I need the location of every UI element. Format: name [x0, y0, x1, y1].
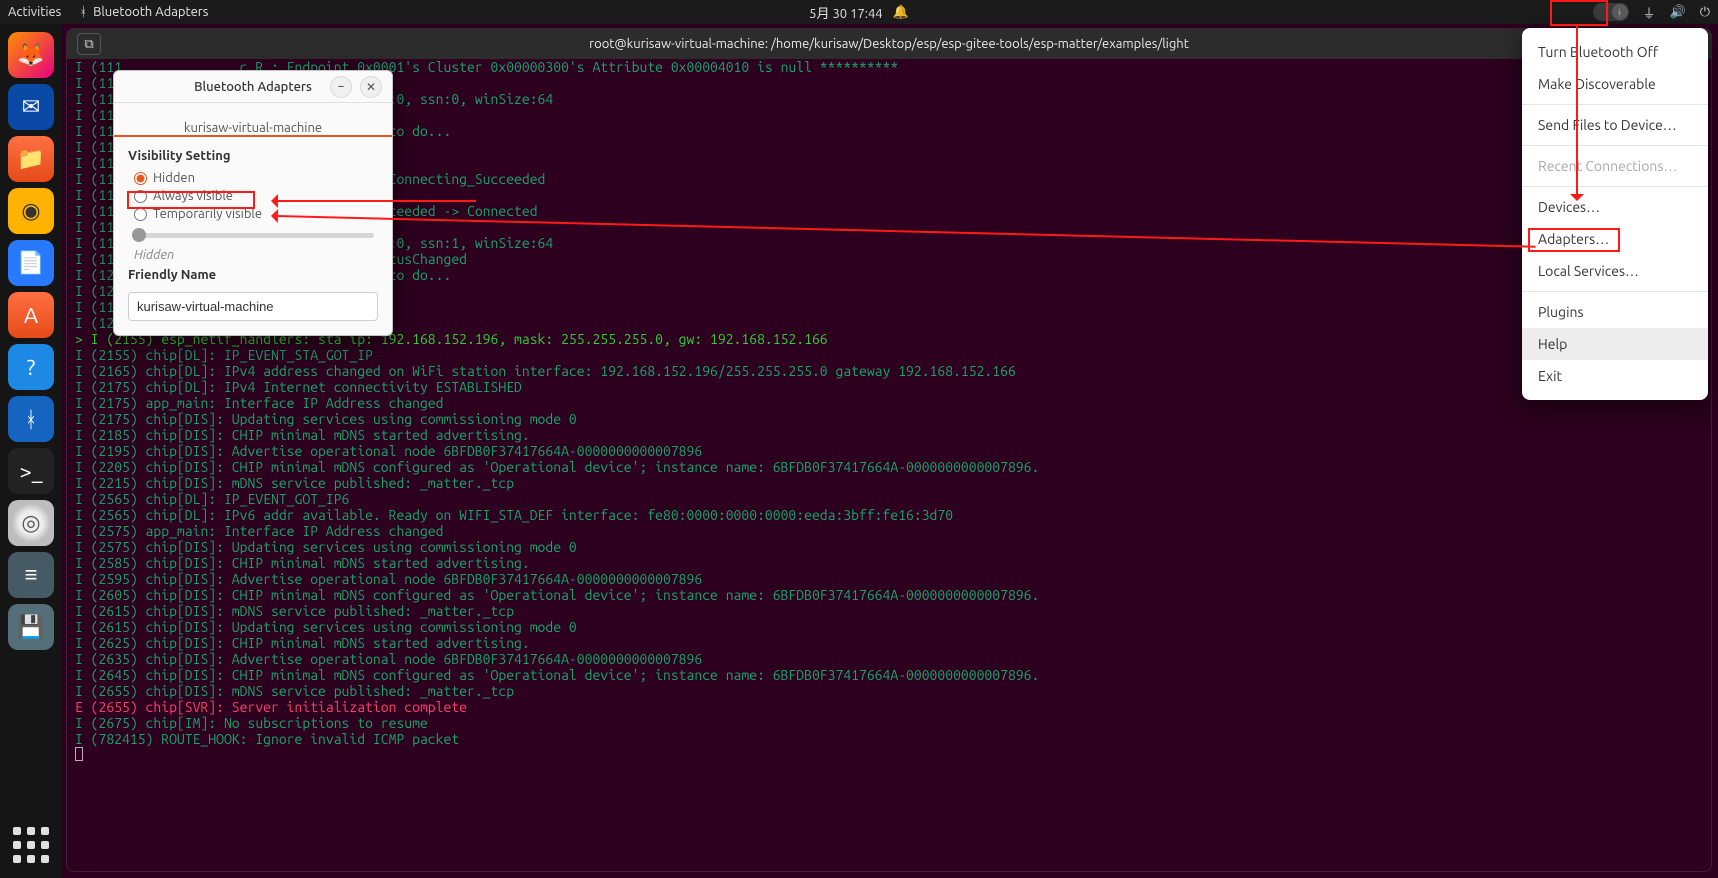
dock-terminal[interactable]: >_	[8, 448, 54, 494]
radio-hidden-input[interactable]	[134, 172, 147, 185]
bluetooth-tray-menu: Turn Bluetooth Off Make Discoverable Sen…	[1522, 28, 1708, 400]
terminal-title: root@kurisaw-virtual-machine: /home/kuri…	[589, 37, 1189, 51]
radio-always-visible[interactable]: Always visible	[128, 187, 378, 205]
dialog-minimize-button[interactable]: −	[330, 76, 352, 98]
menu-separator	[1522, 145, 1708, 146]
menu-exit[interactable]: Exit	[1522, 360, 1708, 392]
visibility-timeout-slider[interactable]	[132, 233, 374, 238]
dock-bluetooth[interactable]: ᚼ	[8, 396, 54, 442]
power-icon[interactable]: ⏻	[1700, 5, 1710, 20]
notification-bell-icon[interactable]: 🔔	[893, 5, 909, 20]
dock-disc[interactable]: ◎	[8, 500, 54, 546]
radio-always-label: Always visible	[153, 189, 233, 203]
radio-temporarily-visible[interactable]: Temporarily visible	[128, 205, 378, 223]
radio-hidden[interactable]: Hidden	[128, 169, 378, 187]
dock-software[interactable]: A	[8, 292, 54, 338]
radio-temp-input[interactable]	[134, 208, 147, 221]
radio-hidden-label: Hidden	[153, 171, 195, 185]
show-applications[interactable]	[8, 822, 54, 868]
active-app-name: Bluetooth Adapters	[93, 5, 208, 19]
network-icon[interactable]: ⏚	[1643, 3, 1656, 22]
dock-help[interactable]: ?	[8, 344, 54, 390]
dialog-title: Bluetooth Adapters	[194, 80, 312, 94]
terminal-titlebar[interactable]: ⧉ root@kurisaw-virtual-machine: /home/ku…	[67, 29, 1711, 59]
radio-always-input[interactable]	[134, 190, 147, 203]
menu-adapters[interactable]: Adapters…	[1522, 223, 1708, 255]
menu-send-files[interactable]: Send Files to Device…	[1522, 109, 1708, 141]
dock-libreoffice[interactable]: ≡	[8, 552, 54, 598]
dock: 🦊 ✉ 📁 ◉ 📄 A ? ᚼ >_ ◎ ≡ 💾	[0, 24, 62, 878]
dock-files[interactable]: 📁	[8, 136, 54, 182]
menu-turn-bluetooth-off[interactable]: Turn Bluetooth Off	[1522, 36, 1708, 68]
dock-firefox[interactable]: 🦊	[8, 32, 54, 78]
friendly-name-label: Friendly Name	[128, 268, 378, 282]
menu-separator	[1522, 291, 1708, 292]
menu-plugins[interactable]: Plugins	[1522, 296, 1708, 328]
bluetooth-adapters-dialog: Bluetooth Adapters − ✕ kurisaw-virtual-m…	[113, 70, 393, 336]
top-panel: Activities ᚼ Bluetooth Adapters 5月 30 17…	[0, 0, 1718, 24]
active-app-indicator[interactable]: ᚼ Bluetooth Adapters	[79, 5, 208, 19]
dialog-titlebar[interactable]: Bluetooth Adapters − ✕	[114, 71, 392, 103]
clock[interactable]: 5月 30 17:44	[809, 3, 882, 22]
menu-separator	[1522, 104, 1708, 105]
menu-devices[interactable]: Devices…	[1522, 191, 1708, 223]
adapter-tabs: kurisaw-virtual-machine	[114, 103, 392, 137]
terminal-newtab-button[interactable]: ⧉	[77, 33, 101, 55]
visibility-timeout-hint: Hidden	[128, 248, 378, 262]
adapter-tab[interactable]: kurisaw-virtual-machine	[184, 121, 322, 135]
volume-icon[interactable]: 🔊	[1670, 5, 1686, 20]
dock-writer[interactable]: 📄	[8, 240, 54, 286]
friendly-name-input[interactable]	[128, 292, 378, 321]
visibility-section-title: Visibility Setting	[128, 149, 378, 163]
dock-thunderbird[interactable]: ✉	[8, 84, 54, 130]
menu-local-services[interactable]: Local Services…	[1522, 255, 1708, 287]
annotation-arrow-to-always	[276, 200, 476, 202]
radio-temp-label: Temporarily visible	[153, 207, 262, 221]
bluetooth-toggle[interactable]: ᚼ	[1593, 3, 1629, 21]
annotation-arrow-down-tray	[1576, 26, 1578, 196]
menu-help[interactable]: Help	[1522, 328, 1708, 360]
dock-save[interactable]: 💾	[8, 604, 54, 650]
dock-rhythmbox[interactable]: ◉	[8, 188, 54, 234]
menu-make-discoverable[interactable]: Make Discoverable	[1522, 68, 1708, 100]
bluetooth-icon: ᚼ	[79, 5, 87, 19]
activities-button[interactable]: Activities	[8, 5, 61, 19]
dialog-close-button[interactable]: ✕	[360, 76, 382, 98]
menu-separator	[1522, 186, 1708, 187]
menu-recent-connections: Recent Connections…	[1522, 150, 1708, 182]
